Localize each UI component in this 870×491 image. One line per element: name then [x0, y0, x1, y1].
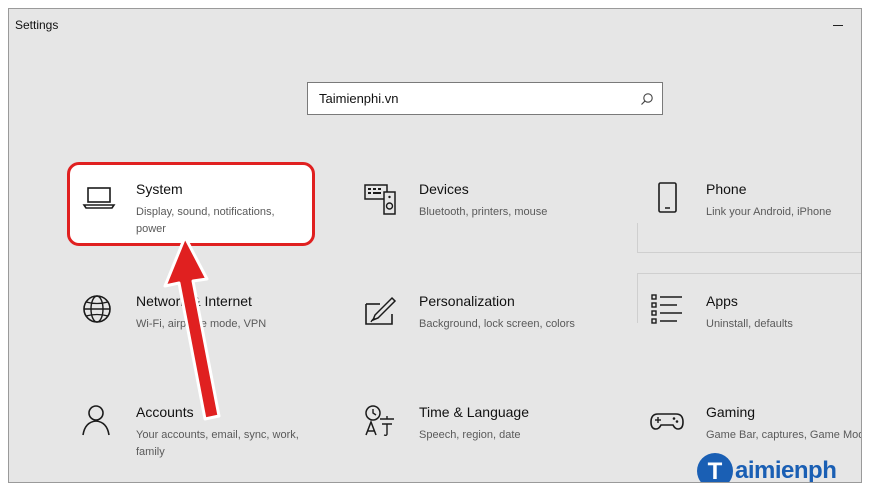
tile-title: Phone	[706, 181, 747, 197]
tile-divider	[637, 273, 861, 274]
tile-title: Personalization	[419, 293, 515, 309]
tile-title: Gaming	[706, 404, 756, 420]
window-title: Settings	[15, 18, 59, 32]
globe-icon	[79, 292, 119, 332]
tile-divider	[637, 252, 861, 253]
tile-description: Uninstall, defaults	[706, 318, 793, 330]
tile-description: Speech, region, date	[419, 429, 521, 441]
tile-description: Your accounts, email, sync, work, family	[136, 429, 299, 458]
clock-language-icon	[362, 403, 402, 443]
tile-divider	[637, 273, 638, 323]
tile-description: Background, lock screen, colors	[419, 318, 575, 330]
tile-apps[interactable]: Apps Uninstall, defaults	[649, 292, 861, 378]
watermark-initial: T	[708, 458, 723, 483]
watermark-logo: T aimienph	[697, 453, 837, 483]
person-icon	[79, 403, 119, 443]
watermark-text: aimienph	[735, 457, 837, 483]
tile-description: Link your Android, iPhone	[706, 206, 832, 218]
minimize-icon	[833, 24, 843, 26]
tile-time-language[interactable]: Time & Language Speech, region, date	[362, 403, 587, 482]
minimize-button[interactable]	[815, 9, 861, 41]
annotation-arrow	[163, 235, 221, 421]
pen-tablet-icon	[362, 292, 402, 332]
keyboard-speaker-icon	[362, 180, 402, 220]
tile-title: Apps	[706, 293, 738, 309]
tile-title: System	[136, 181, 183, 197]
tile-divider	[637, 223, 638, 253]
title-bar: Settings	[9, 9, 861, 41]
list-icon	[649, 292, 689, 332]
tile-phone[interactable]: Phone Link your Android, iPhone	[649, 180, 861, 266]
tile-devices[interactable]: Devices Bluetooth, printers, mouse	[362, 180, 587, 266]
svg-text:T: T	[708, 458, 723, 483]
phone-icon	[649, 180, 689, 220]
tile-title: Time & Language	[419, 404, 529, 420]
tile-personalization[interactable]: Personalization Background, lock screen,…	[362, 292, 587, 378]
search-box[interactable]	[307, 82, 663, 115]
watermark-badge: T	[697, 453, 733, 483]
tile-title: Devices	[419, 181, 469, 197]
gamepad-icon	[649, 403, 689, 443]
laptop-icon	[79, 180, 119, 220]
search-icon[interactable]	[632, 83, 662, 114]
tile-description: Bluetooth, printers, mouse	[419, 206, 548, 218]
search-input[interactable]	[308, 91, 632, 106]
settings-window: Settings System Display, sound, notifica…	[8, 8, 862, 483]
tile-description: Game Bar, captures, Game Mode	[706, 429, 862, 441]
